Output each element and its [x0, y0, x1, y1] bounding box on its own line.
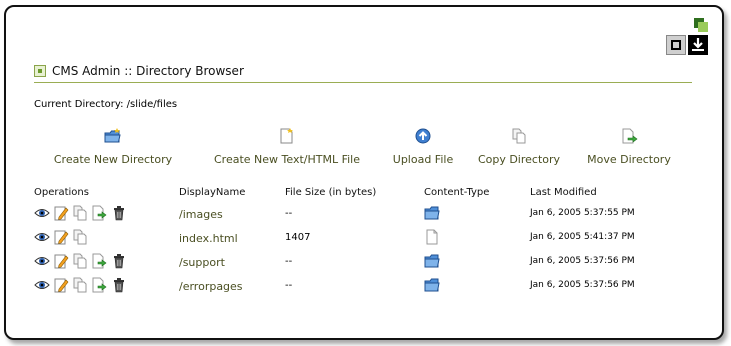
table-row: index.html 1407 Jan 6, 2005 5:41:37 PM	[0, 229, 731, 251]
copy-directory-label: Copy Directory	[477, 153, 561, 166]
table-row: /images -- Jan 6, 2005 5:37:55 PM	[0, 205, 731, 227]
delete-icon[interactable]	[111, 205, 127, 221]
column-header-file-size: File Size (in bytes)	[285, 187, 377, 198]
copy-directory-button[interactable]: Copy Directory	[475, 128, 563, 167]
new-file-icon	[278, 128, 296, 144]
copy-icon[interactable]	[72, 253, 88, 269]
directory-browser-icon	[34, 65, 46, 77]
create-new-directory-button[interactable]: Create New Directory	[53, 128, 173, 167]
copy-icon[interactable]	[72, 229, 88, 245]
create-new-directory-label: Create New Directory	[53, 153, 173, 166]
folder-icon	[424, 205, 440, 221]
view-icon[interactable]	[34, 253, 50, 269]
column-header-displayname: DisplayName	[179, 187, 246, 198]
upload-file-label: Upload File	[392, 153, 454, 166]
display-name[interactable]: /errorpages	[179, 280, 243, 293]
column-header-operations: Operations	[34, 187, 89, 198]
move-directory-button[interactable]: Move Directory	[586, 128, 672, 167]
copy-icon	[510, 128, 528, 144]
display-name[interactable]: /images	[179, 208, 223, 221]
view-icon[interactable]	[34, 229, 50, 245]
last-modified: Jan 6, 2005 5:37:56 PM	[530, 256, 635, 266]
table-row: /errorpages -- Jan 6, 2005 5:37:56 PM	[0, 277, 731, 299]
download-icon[interactable]	[688, 35, 708, 55]
edit-icon[interactable]	[53, 229, 69, 245]
delete-icon[interactable]	[111, 253, 127, 269]
delete-icon[interactable]	[111, 277, 127, 293]
display-name[interactable]: index.html	[179, 232, 238, 245]
column-header-last-modified: Last Modified	[530, 187, 597, 198]
file-icon	[424, 229, 440, 245]
move-directory-label: Move Directory	[587, 153, 671, 166]
app-logo-icon	[694, 18, 708, 32]
edit-icon[interactable]	[53, 253, 69, 269]
move-icon[interactable]	[91, 277, 107, 293]
last-modified: Jan 6, 2005 5:37:55 PM	[530, 208, 635, 218]
file-size: --	[285, 280, 293, 291]
file-size: --	[285, 208, 293, 219]
move-icon[interactable]	[91, 205, 107, 221]
folder-icon	[424, 253, 440, 269]
last-modified: Jan 6, 2005 5:37:56 PM	[530, 280, 635, 290]
table-row: /support -- Jan 6, 2005 5:37:56 PM	[0, 253, 731, 275]
edit-icon[interactable]	[53, 205, 69, 221]
edit-icon[interactable]	[53, 277, 69, 293]
copy-icon[interactable]	[72, 277, 88, 293]
expand-icon[interactable]	[666, 35, 686, 55]
display-name[interactable]: /support	[179, 256, 225, 269]
upload-icon	[414, 128, 432, 144]
folder-icon	[424, 277, 440, 293]
new-folder-icon	[104, 128, 122, 144]
page-title-bar: CMS Admin :: Directory Browser	[34, 62, 692, 83]
move-icon	[620, 128, 638, 144]
copy-icon[interactable]	[72, 205, 88, 221]
column-header-content-type: Content-Type	[424, 187, 490, 198]
view-icon[interactable]	[34, 277, 50, 293]
current-directory: Current Directory: /slide/files	[34, 99, 178, 110]
last-modified: Jan 6, 2005 5:41:37 PM	[530, 232, 635, 242]
page-title: CMS Admin :: Directory Browser	[52, 64, 244, 78]
create-new-file-label: Create New Text/HTML File	[213, 153, 360, 166]
view-icon[interactable]	[34, 205, 50, 221]
file-size: --	[285, 256, 293, 267]
move-icon[interactable]	[91, 253, 107, 269]
file-size: 1407	[285, 232, 311, 243]
create-new-file-button[interactable]: Create New Text/HTML File	[212, 128, 362, 167]
upload-file-button[interactable]: Upload File	[391, 128, 455, 167]
